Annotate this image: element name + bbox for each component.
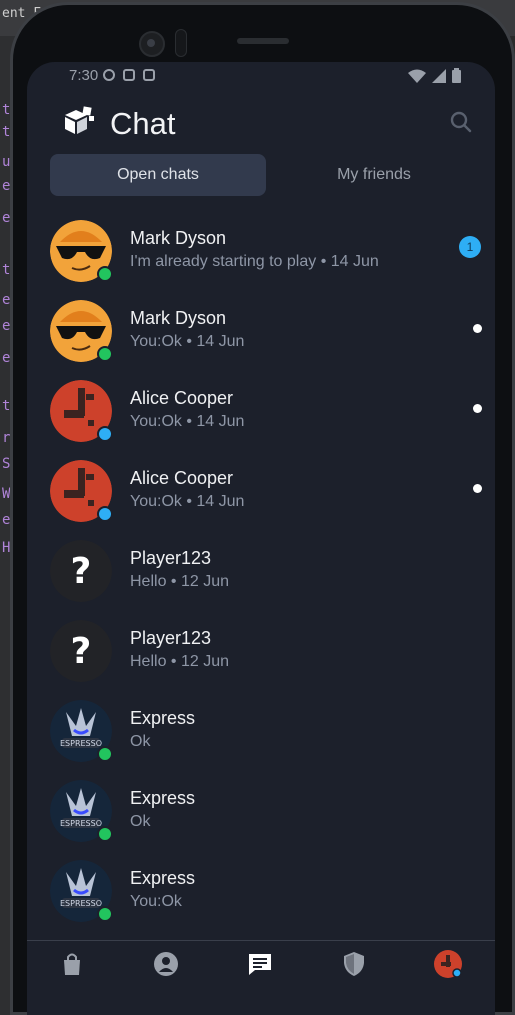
chat-last-message: I'm already starting to play • 14 Jun — [130, 253, 379, 270]
read-status-dot — [473, 404, 482, 413]
unread-count-badge: 1 — [459, 236, 481, 258]
status-time: 7:30 — [69, 67, 99, 84]
chat-tabs: Open chats My friends — [49, 154, 473, 196]
status-bar: 7:30 — [27, 62, 495, 90]
chat-list-item[interactable]: Mark Dyson You:Ok • 14 Jun — [27, 292, 495, 372]
chat-last-message: You:Ok • 14 Jun — [130, 413, 245, 430]
online-status-indicator — [97, 266, 113, 282]
shopping-bag-icon[interactable] — [59, 951, 85, 977]
online-status-indicator — [97, 506, 113, 522]
chat-contact-name: Alice Cooper — [130, 388, 234, 408]
battery-icon — [452, 68, 461, 83]
chat-last-message: Hello • 12 Jun — [130, 573, 229, 590]
chat-last-message: Ok — [130, 733, 151, 750]
earpiece-speaker — [237, 38, 289, 44]
chat-contact-name: Express — [130, 788, 196, 808]
proximity-sensor — [175, 29, 187, 57]
notification-a-icon — [123, 69, 135, 81]
online-status-indicator — [97, 346, 113, 362]
tab-my-friends[interactable]: My friends — [266, 154, 482, 196]
wifi-icon — [408, 69, 426, 83]
status-notification-icons — [103, 69, 155, 81]
shield-icon[interactable] — [341, 951, 367, 977]
question-mark-avatar[interactable]: ? — [50, 620, 112, 682]
svg-text:ESPRESSO: ESPRESSO — [60, 739, 102, 748]
chat-list-item[interactable]: Alice Cooper You:Ok • 14 Jun — [27, 452, 495, 532]
chat-last-message: You:Ok • 14 Jun — [130, 493, 245, 510]
chat-icon[interactable] — [247, 951, 273, 977]
online-status-indicator — [97, 906, 113, 922]
user-avatar-rust-icon[interactable] — [433, 949, 463, 979]
online-status-indicator — [97, 746, 113, 762]
app-logo-icon — [65, 106, 94, 134]
bottom-navigation — [27, 940, 495, 989]
svg-text:?: ? — [71, 631, 92, 672]
chat-contact-name: Player123 — [130, 628, 212, 648]
chat-contact-name: Express — [130, 868, 196, 888]
search-icon[interactable] — [449, 110, 473, 134]
chat-contact-name: Express — [130, 708, 196, 728]
chat-list-item[interactable]: ? Player123 Hello • 12 Jun — [27, 612, 495, 692]
question-mark-avatar[interactable]: ? — [50, 540, 112, 602]
chat-list-item[interactable]: ESPRESSO Express Ok — [27, 772, 495, 852]
svg-text:?: ? — [71, 551, 92, 592]
chat-last-message: Ok — [130, 813, 151, 830]
online-status-indicator — [97, 826, 113, 842]
chat-last-message: You:Ok • 14 Jun — [130, 333, 245, 350]
read-status-dot — [473, 324, 482, 333]
svg-text:ESPRESSO: ESPRESSO — [60, 819, 102, 828]
online-status-indicator — [97, 426, 113, 442]
do-not-disturb-icon — [103, 69, 115, 81]
chat-last-message: You:Ok — [130, 893, 182, 910]
status-right-icons — [408, 68, 461, 83]
chat-contact-name: Alice Cooper — [130, 468, 234, 488]
chat-contact-name: Player123 — [130, 548, 212, 568]
read-status-dot — [473, 484, 482, 493]
page-title: Chat — [110, 106, 176, 141]
signal-icon — [432, 68, 446, 83]
tab-open-chats[interactable]: Open chats — [50, 154, 266, 196]
app-screen: 7:30 Chat Open chats My friends Mark Dys… — [27, 62, 495, 1015]
chat-contact-name: Mark Dyson — [130, 228, 227, 248]
sd-card-icon — [143, 69, 155, 81]
chat-contact-name: Mark Dyson — [130, 308, 227, 328]
chat-list-item[interactable]: Mark Dyson I'm already starting to play •… — [27, 212, 495, 292]
chat-list-item[interactable]: Alice Cooper You:Ok • 14 Jun — [27, 372, 495, 452]
chat-list-item[interactable]: ? Player123 Hello • 12 Jun — [27, 532, 495, 612]
front-camera — [139, 31, 165, 57]
app-header: Chat — [27, 98, 495, 146]
profile-icon[interactable] — [153, 951, 179, 977]
svg-text:ESPRESSO: ESPRESSO — [60, 899, 102, 908]
chat-last-message: Hello • 12 Jun — [130, 653, 229, 670]
chat-list-item[interactable]: ESPRESSO Express You:Ok — [27, 852, 495, 932]
chat-list-item[interactable]: ESPRESSO Express Ok — [27, 692, 495, 772]
